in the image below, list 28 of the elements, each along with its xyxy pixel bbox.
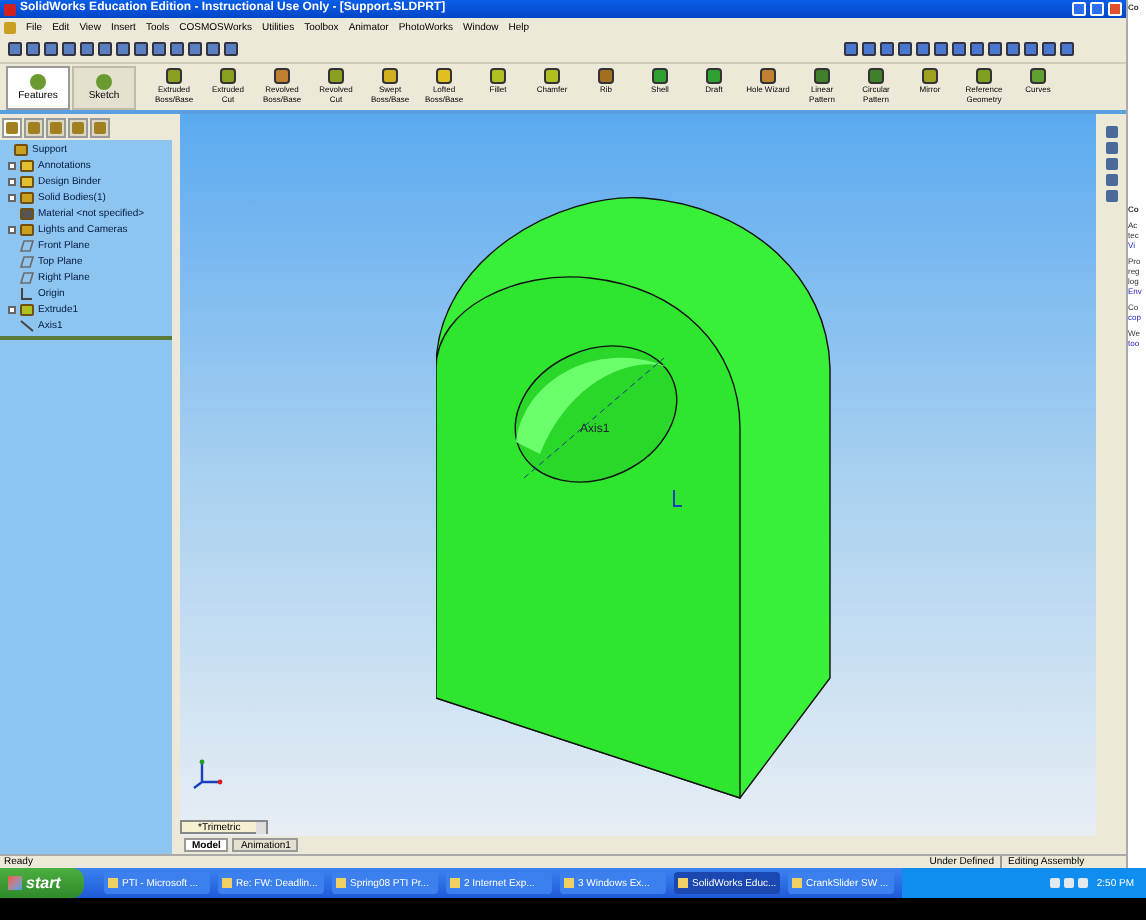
axes-triad-icon (192, 758, 224, 790)
tab-icon (30, 73, 46, 89)
start-button[interactable]: start (0, 868, 84, 898)
axis-icon (20, 320, 34, 332)
photoworks-tab[interactable] (90, 117, 110, 137)
folder-icon (20, 304, 34, 316)
windows-logo-icon (8, 876, 22, 890)
window-icon (564, 878, 574, 888)
feature-tree-tab[interactable] (2, 117, 22, 137)
maximize-button[interactable] (1090, 2, 1104, 16)
window-icon (108, 878, 118, 888)
expand-toggle[interactable] (7, 226, 15, 234)
window-icon (222, 878, 232, 888)
app-icon (4, 3, 16, 15)
window-icon (792, 878, 802, 888)
window-icon (678, 878, 688, 888)
tab-icon (96, 73, 112, 89)
minimize-button[interactable] (1072, 2, 1086, 16)
window-icon (336, 878, 346, 888)
sketch-origin-icon (672, 490, 684, 508)
app-menu-icon[interactable] (4, 21, 16, 33)
configuration-tab[interactable] (46, 117, 66, 137)
window-icon (450, 878, 460, 888)
origin-icon (20, 288, 34, 300)
property-tab[interactable] (24, 117, 44, 137)
close-button[interactable] (1108, 2, 1122, 16)
display-tab[interactable] (68, 117, 88, 137)
expand-toggle[interactable] (7, 306, 15, 314)
